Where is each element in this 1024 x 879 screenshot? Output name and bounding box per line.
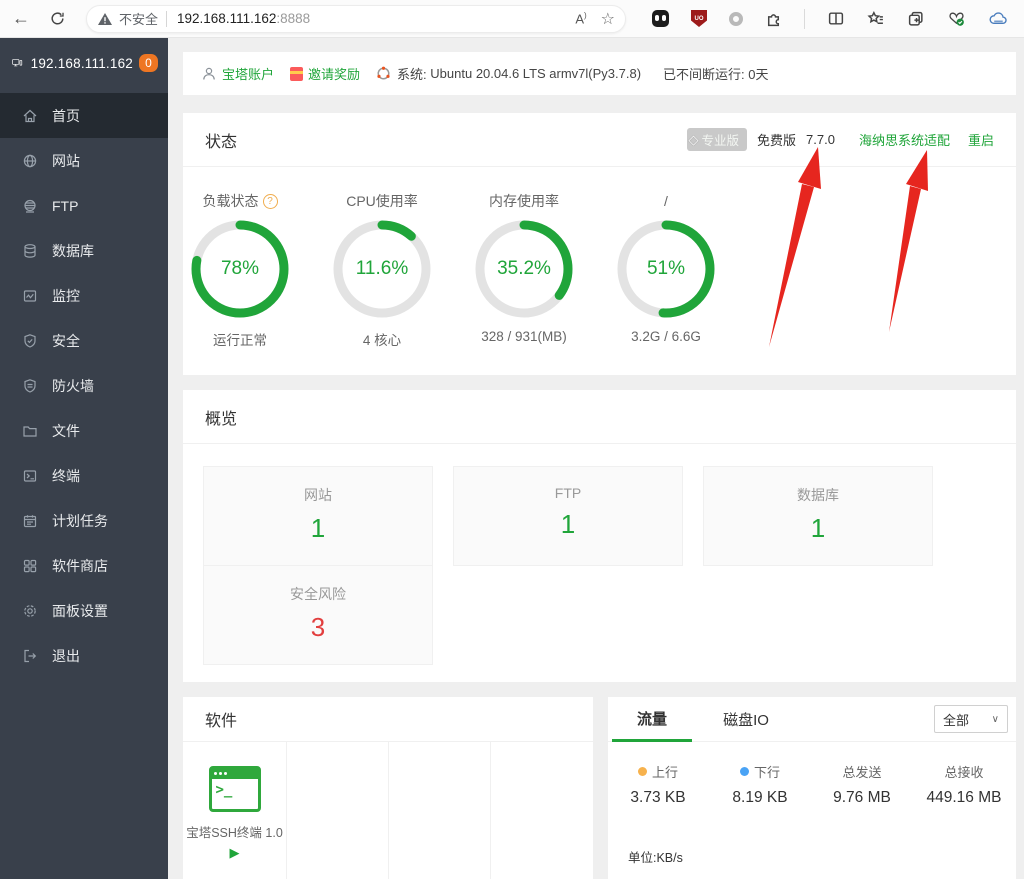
toolbar-divider xyxy=(804,9,805,29)
gauge-memory: 内存使用率 35.2% 328 / 931(MB) xyxy=(469,191,579,344)
overview-card-website[interactable]: 网站 1 xyxy=(203,466,433,566)
monitor-chart-icon xyxy=(22,288,38,304)
server-ip: 192.168.111.162 xyxy=(31,56,133,71)
url-port: :8888 xyxy=(276,11,310,26)
restart-link[interactable]: 重启 xyxy=(968,130,994,149)
sidebar-item-settings[interactable]: 面板设置 xyxy=(0,588,168,633)
overview-card-security-risk[interactable]: 安全风险 3 xyxy=(203,565,433,665)
traffic-panel: 流量 磁盘IO 全部 ∨ 上行 3.73 KB 下行 8.19 KB 总发送 9… xyxy=(608,697,1016,879)
sidebar-item-cron[interactable]: 计划任务 xyxy=(0,498,168,543)
app-name: 宝塔SSH终端 1.0 xyxy=(183,822,286,841)
diamond-icon: ◇ xyxy=(689,132,699,148)
overview-panel: 概览 网站 1 FTP 1 数据库 1 安全风险 3 xyxy=(183,390,1016,682)
extensions-puzzle-icon[interactable] xyxy=(765,10,782,27)
sidebar-item-files[interactable]: 文件 xyxy=(0,408,168,453)
main-content: 宝塔账户 邀请奖励 系统: Ubuntu 20.04.6 LTS armv7l(… xyxy=(168,38,1024,879)
help-icon[interactable]: ? xyxy=(263,194,278,209)
system-info: 系统: Ubuntu 20.04.6 LTS armv7l(Py3.7.8) xyxy=(376,64,641,83)
unit-label: 单位:KB/s xyxy=(628,847,683,866)
logout-icon xyxy=(22,648,38,664)
collections-icon[interactable] xyxy=(907,10,925,27)
sidebar-item-terminal[interactable]: 终端 xyxy=(0,453,168,498)
extension-dark-icon[interactable] xyxy=(652,10,669,27)
home-icon xyxy=(22,108,38,124)
gauge-load: 负载状态 ? 78% 运行正常 xyxy=(185,191,295,349)
database-icon xyxy=(22,243,38,259)
tab-traffic[interactable]: 流量 xyxy=(612,697,692,742)
gauge-cpu: CPU使用率 11.6% 4 核心 xyxy=(327,191,437,349)
user-icon xyxy=(201,66,217,82)
play-icon[interactable]: ▶ xyxy=(183,845,286,861)
gear-icon xyxy=(22,603,38,619)
gift-icon xyxy=(290,67,303,81)
info-bar: 宝塔账户 邀请奖励 系统: Ubuntu 20.04.6 LTS armv7l(… xyxy=(183,52,1016,95)
read-aloud-icon[interactable]: A) xyxy=(575,11,586,26)
cloud-icon[interactable] xyxy=(988,10,1010,27)
ssh-terminal-icon: >_ xyxy=(209,766,261,812)
tab-disk-io[interactable]: 磁盘IO xyxy=(706,697,786,742)
sidebar-item-database[interactable]: 数据库 xyxy=(0,228,168,273)
app-bt-ssh-terminal[interactable]: >_ 宝塔SSH终端 1.0 ▶ xyxy=(183,742,286,861)
overview-title: 概览 xyxy=(205,405,237,429)
sidebar-item-logout[interactable]: 退出 xyxy=(0,633,168,678)
version-number: 7.7.0 xyxy=(806,132,835,147)
terminal-icon xyxy=(22,468,38,484)
split-screen-icon[interactable] xyxy=(827,10,845,27)
address-divider xyxy=(166,11,167,27)
invite-reward-link[interactable]: 邀请奖励 xyxy=(290,64,360,83)
stat-total-sent: 总发送 9.76 MB xyxy=(807,762,917,807)
bt-account-link[interactable]: 宝塔账户 xyxy=(201,64,274,83)
server-monitor-icon xyxy=(12,54,23,72)
url-text[interactable]: 192.168.111.162 xyxy=(177,11,276,26)
back-icon[interactable]: ← xyxy=(6,4,36,34)
ftp-globe-icon xyxy=(22,198,38,214)
calendar-icon xyxy=(22,513,38,529)
favorites-icon[interactable] xyxy=(867,10,885,27)
sidebar: 192.168.111.162 0 首页 网站 FTP 数据库 监控 安全 xyxy=(0,38,168,879)
traffic-scope-select[interactable]: 全部 ∨ xyxy=(934,705,1008,733)
sidebar-logo[interactable]: 192.168.111.162 0 xyxy=(0,38,168,88)
address-bar[interactable]: 不安全 192.168.111.162 :8888 A) ☆ xyxy=(86,5,626,33)
sidebar-menu: 首页 网站 FTP 数据库 监控 安全 防火墙 文件 xyxy=(0,93,168,678)
sidebar-item-security[interactable]: 安全 xyxy=(0,318,168,363)
uptime-text: 已不间断运行: 0天 xyxy=(663,64,768,83)
browser-toolbar: ← 不安全 192.168.111.162 :8888 A) ☆ UO xyxy=(0,0,1024,38)
shield-waf-icon xyxy=(22,378,38,394)
sidebar-item-monitor[interactable]: 监控 xyxy=(0,273,168,318)
sidebar-item-firewall[interactable]: 防火墙 xyxy=(0,363,168,408)
ubuntu-icon xyxy=(376,66,391,81)
pro-version-badge[interactable]: ◇ 专业版 xyxy=(687,128,748,151)
favorite-star-icon[interactable]: ☆ xyxy=(601,9,615,29)
upstream-dot xyxy=(638,767,647,776)
globe-icon xyxy=(22,153,38,169)
message-count-badge[interactable]: 0 xyxy=(139,54,158,72)
status-panel: 状态 ◇ 专业版 免费版 7.7.0 海纳思系统适配 重启 负载状态 ? 78% xyxy=(183,113,1016,375)
sidebar-item-website[interactable]: 网站 xyxy=(0,138,168,183)
software-panel: 软件 >_ 宝塔SSH终端 1.0 ▶ xyxy=(183,697,593,879)
overview-card-ftp[interactable]: FTP 1 xyxy=(453,466,683,566)
stat-upstream: 上行 3.73 KB xyxy=(603,762,713,807)
sidebar-item-home[interactable]: 首页 xyxy=(0,93,168,138)
chevron-down-icon: ∨ xyxy=(992,714,999,725)
software-title: 软件 xyxy=(205,707,237,731)
overview-card-database[interactable]: 数据库 1 xyxy=(703,466,933,566)
ublock-shield-icon[interactable]: UO xyxy=(691,10,707,27)
status-title: 状态 xyxy=(205,128,237,152)
security-label[interactable]: 不安全 xyxy=(119,9,158,28)
hinas-adapt-link[interactable]: 海纳思系统适配 xyxy=(859,130,950,149)
gauge-disk: / 51% 3.2G / 6.6G xyxy=(611,191,721,344)
stat-total-received: 总接收 449.16 MB xyxy=(909,762,1019,807)
browser-essentials-icon[interactable] xyxy=(947,10,966,27)
grid-icon xyxy=(22,558,38,574)
edition-label: 免费版 xyxy=(757,130,796,149)
shield-check-icon xyxy=(22,333,38,349)
warning-icon xyxy=(97,11,113,27)
sidebar-item-appstore[interactable]: 软件商店 xyxy=(0,543,168,588)
stat-downstream: 下行 8.19 KB xyxy=(705,762,815,807)
refresh-icon[interactable] xyxy=(42,4,72,34)
sidebar-item-ftp[interactable]: FTP xyxy=(0,183,168,228)
extension-ring-icon[interactable] xyxy=(729,12,743,26)
folder-icon xyxy=(22,423,38,439)
downstream-dot xyxy=(740,767,749,776)
